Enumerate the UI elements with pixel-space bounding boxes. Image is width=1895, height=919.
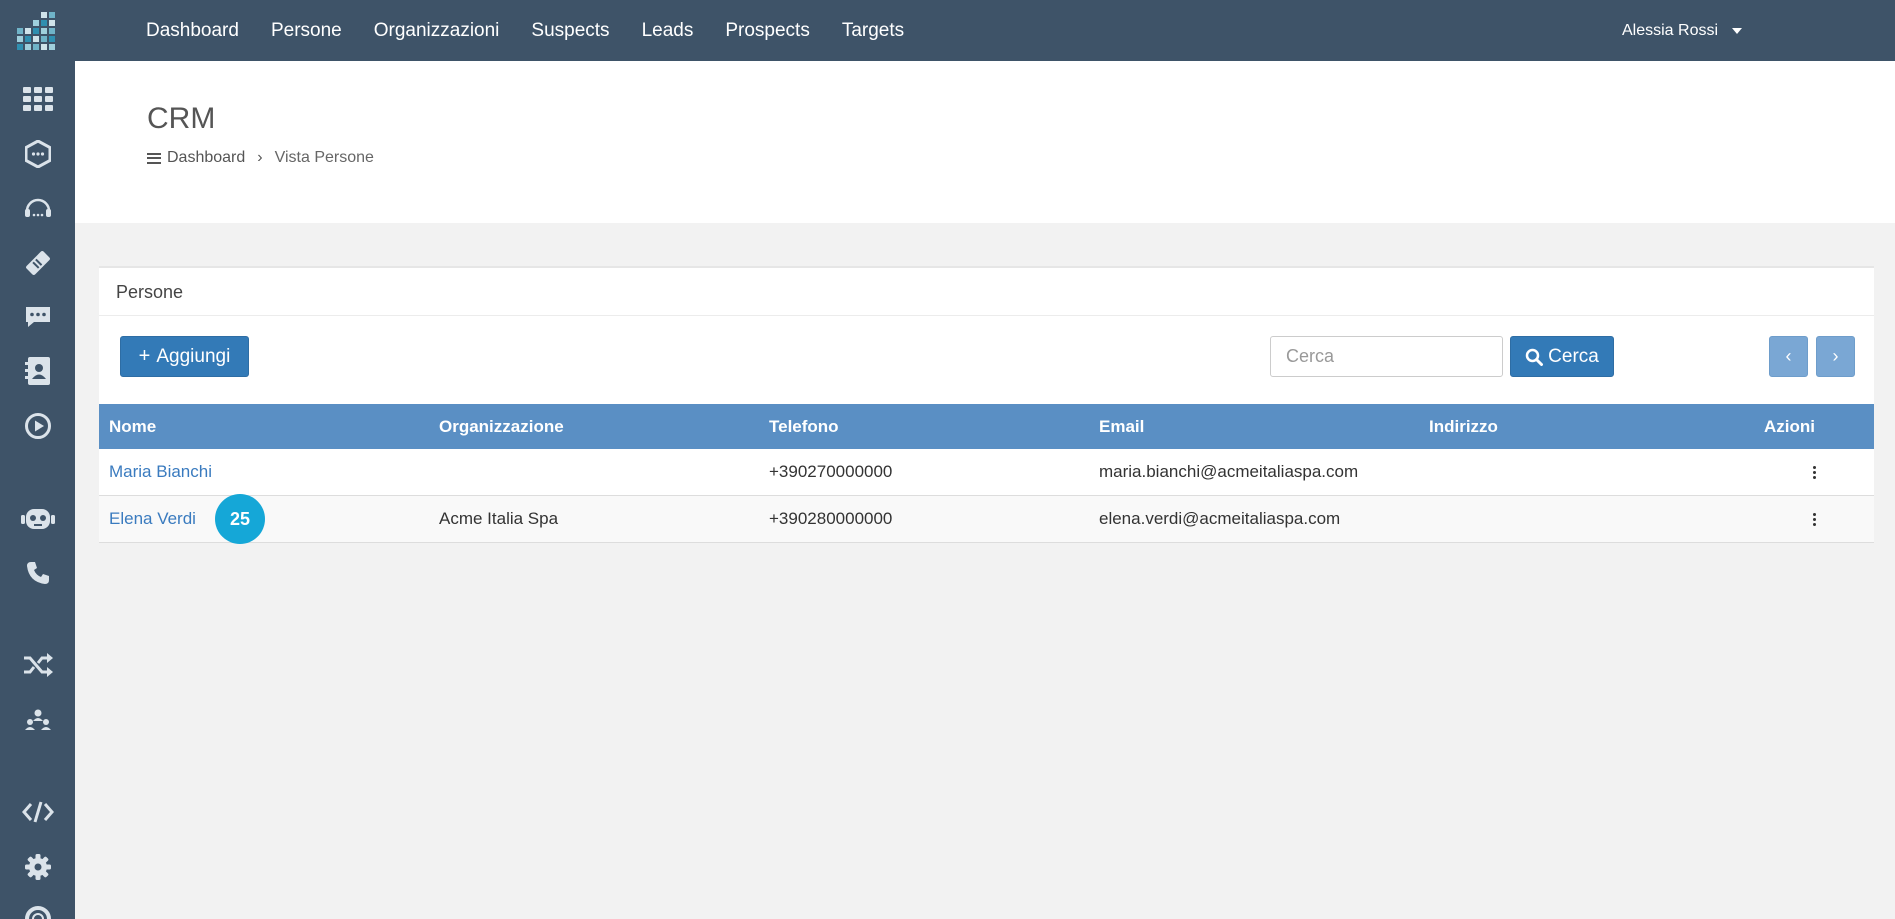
more-actions-icon[interactable] — [1806, 510, 1822, 529]
phone-icon[interactable] — [0, 553, 75, 593]
column-header-indirizzo[interactable]: Indirizzo — [1419, 417, 1754, 437]
main-nav: Dashboard Persone Organizzazioni Suspect… — [130, 0, 920, 61]
table-row: Maria Bianchi +390270000000 maria.bianch… — [99, 449, 1874, 496]
cell-email: elena.verdi@acmeitaliaspa.com — [1099, 509, 1341, 528]
top-navbar: Dashboard Persone Organizzazioni Suspect… — [0, 0, 1895, 61]
shuffle-icon[interactable] — [0, 645, 75, 685]
chevron-right-icon: › — [257, 149, 263, 166]
search-input[interactable] — [1270, 336, 1503, 377]
plus-icon: + — [138, 345, 151, 367]
panel-divider — [99, 315, 1874, 316]
menu-icon — [147, 152, 161, 164]
column-header-email[interactable]: Email — [1089, 417, 1419, 437]
persone-table: Nome Organizzazione Telefono Email Indir… — [99, 404, 1874, 543]
breadcrumb-current: Vista Persone — [274, 149, 374, 166]
play-icon[interactable] — [0, 406, 75, 446]
table-header: Nome Organizzazione Telefono Email Indir… — [99, 404, 1874, 449]
caret-down-icon — [1732, 27, 1743, 34]
message-bubble-icon[interactable] — [0, 297, 75, 337]
page-header: CRM Dashboard › Vista Persone — [75, 61, 1895, 223]
nav-suspects[interactable]: Suspects — [515, 0, 625, 61]
search-button[interactable]: Cerca — [1510, 336, 1614, 377]
cell-telefono: +390280000000 — [769, 509, 893, 528]
user-name: Alessia Rossi — [1622, 21, 1719, 39]
persone-panel: Persone + Aggiungi Cerca ‹ › Nome Organi… — [99, 266, 1874, 543]
nav-targets[interactable]: Targets — [826, 0, 920, 61]
lifebuoy-icon[interactable] — [0, 899, 75, 919]
step-badge: 25 — [215, 494, 265, 544]
nav-leads[interactable]: Leads — [626, 0, 710, 61]
more-actions-icon[interactable] — [1806, 463, 1822, 482]
app-logo[interactable] — [0, 0, 75, 61]
add-button[interactable]: + Aggiungi — [120, 336, 249, 377]
cell-organizzazione: Acme Italia Spa — [439, 509, 559, 528]
person-name-link[interactable]: Maria Bianchi — [99, 462, 429, 482]
panel-title: Persone — [116, 282, 184, 302]
user-menu[interactable]: Alessia Rossi — [1622, 0, 1743, 61]
search-icon — [1525, 348, 1544, 366]
nav-dashboard[interactable]: Dashboard — [130, 0, 255, 61]
cell-email: maria.bianchi@acmeitaliaspa.com — [1099, 462, 1359, 481]
column-header-azioni: Azioni — [1764, 416, 1815, 436]
page-title: CRM — [147, 102, 216, 135]
hexagon-chat-icon[interactable] — [0, 134, 75, 174]
nav-prospects[interactable]: Prospects — [709, 0, 825, 61]
add-button-label: Aggiungi — [156, 345, 231, 367]
breadcrumb-dashboard[interactable]: Dashboard — [167, 149, 245, 167]
headset-icon[interactable] — [0, 188, 75, 228]
team-icon[interactable] — [0, 700, 75, 740]
nav-persone[interactable]: Persone — [255, 0, 358, 61]
contact-card-icon[interactable] — [0, 351, 75, 391]
prev-page-button[interactable]: ‹ — [1769, 336, 1808, 377]
grid-icon[interactable] — [0, 79, 75, 119]
cell-azioni — [1754, 510, 1874, 529]
column-header-organizzazione[interactable]: Organizzazione — [429, 417, 759, 437]
next-page-button[interactable]: › — [1816, 336, 1855, 377]
column-header-telefono[interactable]: Telefono — [759, 417, 1089, 437]
breadcrumb: Dashboard › Vista Persone — [147, 149, 374, 167]
column-header-nome[interactable]: Nome — [99, 417, 429, 437]
search-button-label: Cerca — [1548, 345, 1599, 367]
ticket-icon[interactable] — [0, 243, 75, 283]
code-icon[interactable] — [0, 792, 75, 832]
sidebar — [0, 61, 75, 919]
robot-icon[interactable] — [0, 499, 75, 539]
table-row: Elena Verdi Acme Italia Spa +39028000000… — [99, 496, 1874, 543]
cell-telefono: +390270000000 — [769, 462, 893, 481]
gear-icon[interactable] — [0, 847, 75, 887]
nav-organizzazioni[interactable]: Organizzazioni — [358, 0, 516, 61]
logo-icon — [16, 11, 55, 50]
cell-azioni — [1754, 463, 1874, 482]
